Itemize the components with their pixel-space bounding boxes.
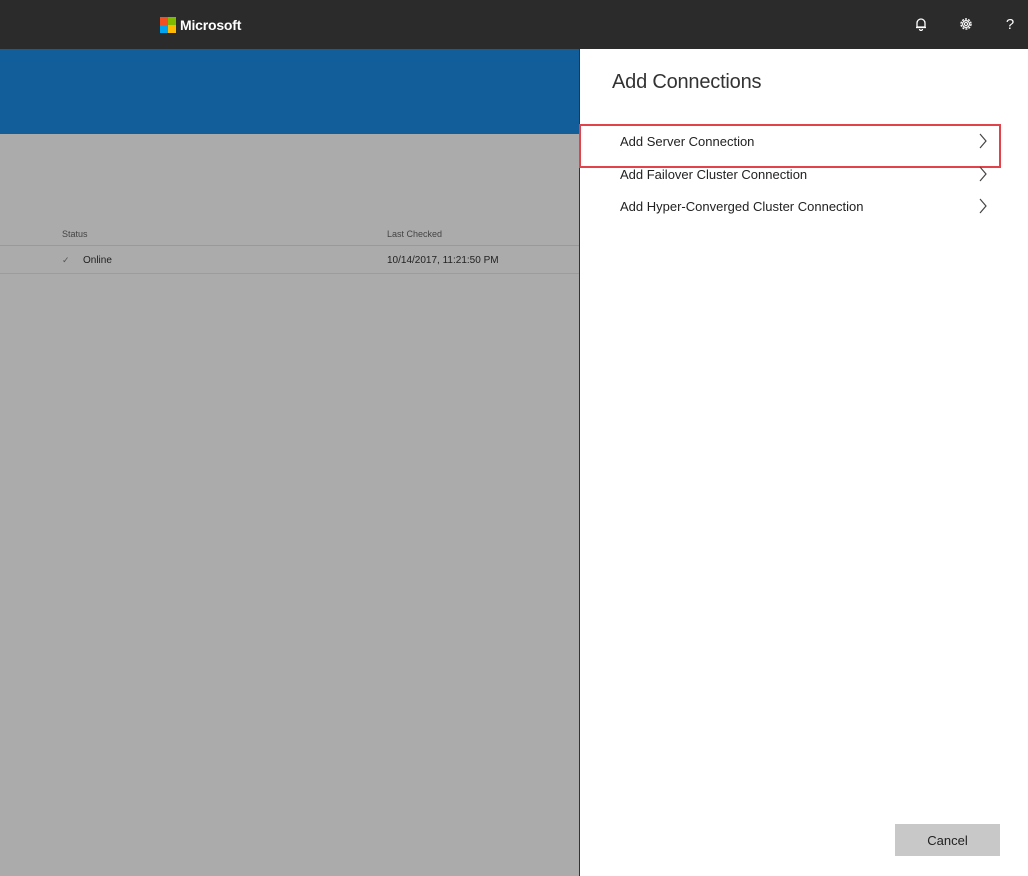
status-value: Online (83, 255, 112, 266)
add-server-connection-item[interactable]: Add Server Connection (579, 124, 1002, 168)
brand[interactable]: Microsoft (160, 16, 241, 34)
add-failover-cluster-connection-item[interactable]: Add Failover Cluster Connection (580, 158, 1002, 190)
chevron-right-icon (979, 198, 987, 214)
page-banner (0, 49, 580, 134)
check-icon: ✓ (62, 255, 70, 265)
cancel-button[interactable]: Cancel (895, 824, 1000, 856)
item-label: Add Failover Cluster Connection (620, 166, 808, 182)
panel-title: Add Connections (612, 71, 762, 93)
add-hyper-converged-cluster-connection-item[interactable]: Add Hyper-Converged Cluster Connection (580, 190, 1002, 222)
item-label: Add Hyper-Converged Cluster Connection (620, 198, 864, 214)
header-divider (0, 245, 580, 246)
gear-icon[interactable] (956, 14, 976, 34)
add-connections-panel: Add Connections Add Server Connection Ad… (579, 49, 1028, 876)
item-label: Add Server Connection (620, 133, 755, 149)
chevron-right-icon (979, 133, 987, 149)
background-content-overlay: Status Last Checked ✓ Online 10/14/2017,… (0, 49, 580, 876)
row-divider (0, 273, 580, 274)
top-bar: Microsoft ? (0, 0, 1028, 49)
column-header-last-checked: Last Checked (387, 229, 443, 239)
microsoft-logo-icon (160, 17, 176, 33)
bell-icon[interactable] (911, 14, 931, 34)
chevron-right-icon (979, 166, 987, 182)
help-icon[interactable]: ? (1000, 14, 1020, 34)
brand-name: Microsoft (180, 17, 242, 33)
column-header-status: Status (62, 229, 88, 239)
last-checked-value: 10/14/2017, 11:21:50 PM (387, 255, 499, 266)
